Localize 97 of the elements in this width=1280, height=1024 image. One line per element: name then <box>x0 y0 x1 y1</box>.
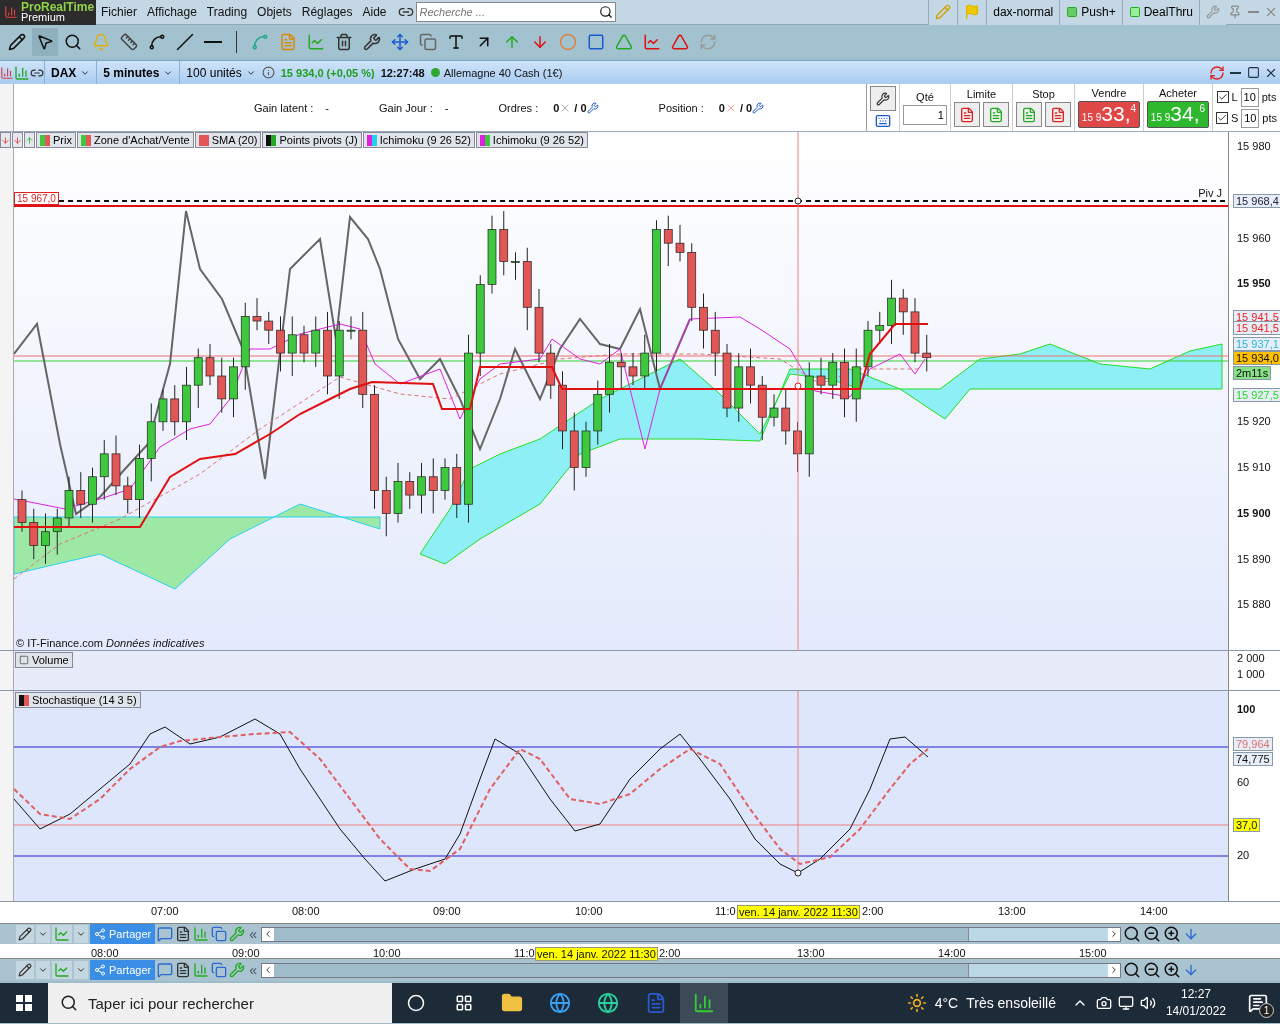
orders-total: / 0 <box>574 101 587 114</box>
time-label: 14:00 <box>937 947 967 959</box>
position-count: 0 <box>718 101 725 114</box>
sell-label: Vendre <box>1091 87 1127 99</box>
price-change: 15 934,0 (+0,05 %) <box>280 66 375 79</box>
price-tag: 15 941,5 <box>1233 321 1280 335</box>
notifications-button[interactable]: 1 <box>1236 983 1280 1023</box>
time-label: 08:00 <box>291 905 321 917</box>
edition-label: Premium <box>21 12 66 22</box>
cursor-date-label: ven. 14 janv. 2022 11:30 <box>737 905 860 919</box>
time-label: 10:00 <box>372 947 402 959</box>
taskbar-search-field[interactable]: Taper ici pour rechercher <box>48 983 392 1023</box>
time-label: 13:00 <box>796 947 826 959</box>
value-tag: 74,775 <box>1233 752 1273 766</box>
unit-label: pts <box>1262 112 1277 124</box>
time-label: 14:00 <box>1139 905 1169 917</box>
value-tag: 37,0 <box>1233 818 1261 832</box>
orders-count: 0 <box>553 101 560 114</box>
time-label: 11:0 <box>513 947 536 959</box>
indicator-tab[interactable]: Stochastique (14 3 5) <box>15 692 141 708</box>
price-tag: 15 927,5 <box>1233 388 1280 402</box>
indicator-tab[interactable]: Prix <box>36 132 76 148</box>
stop-label: Stop <box>1032 88 1055 100</box>
time-label: 09:00 <box>432 905 462 917</box>
time-label: 09:00 <box>231 947 261 959</box>
offset-label: L <box>1231 91 1238 103</box>
push-button[interactable]: Push+ <box>1059 0 1122 25</box>
stat-value: - <box>444 101 449 114</box>
axis-label: 1 000 <box>1237 668 1265 680</box>
time-label: 15:00 <box>1078 947 1108 959</box>
buy-label: Acheter <box>1159 87 1197 99</box>
time-label: 08:00 <box>90 947 120 959</box>
quantity-field[interactable]: 1 <box>902 104 947 125</box>
menu-item[interactable]: Objets <box>252 0 297 25</box>
menu-item[interactable]: Trading <box>201 0 253 25</box>
menu-item[interactable]: Fichier <box>96 0 142 25</box>
orders-label: Ordres : <box>498 101 539 114</box>
quote-time: 12:27:48 <box>380 66 425 79</box>
axis-label: 100 <box>1237 703 1256 715</box>
axis-label: 15 900 <box>1237 507 1271 519</box>
axis-label: 60 <box>1237 776 1250 788</box>
axis-label: 15 960 <box>1237 232 1271 244</box>
workspace-button[interactable]: dax-normal <box>986 0 1060 25</box>
data-source: © IT-Finance.com Données indicatives <box>16 637 205 649</box>
time-label: 07:00 <box>150 905 180 917</box>
stat-value: - <box>325 101 329 114</box>
offset-field[interactable]: 10 <box>1241 108 1260 128</box>
weather-text: Très ensoleillé <box>966 995 1056 1011</box>
axis-label: 20 <box>1237 849 1250 861</box>
market-name: Allemagne 40 Cash (1€) <box>443 66 563 79</box>
price-tag: 2m11s <box>1233 366 1272 380</box>
stat-label: Gain Jour : <box>379 101 433 114</box>
indicator-tab[interactable]: Ichimoku (9 26 52) <box>475 132 588 148</box>
axis-label: 15 920 <box>1237 415 1271 427</box>
collapse-button[interactable]: « <box>247 962 259 978</box>
position-label: Position : <box>658 101 704 114</box>
time-label: 2:00 <box>658 947 682 959</box>
indicator-tab[interactable]: Ichimoku (9 26 52) <box>362 132 475 148</box>
menu-item[interactable]: Réglages <box>296 0 358 25</box>
notification-count: 1 <box>1259 1003 1274 1018</box>
menu-item[interactable]: Affichage <box>142 0 202 25</box>
clock-time: 12:27 <box>1180 986 1211 1003</box>
search-field[interactable]: Recherche ... <box>415 2 616 22</box>
stat-label: Gain latent : <box>254 101 314 114</box>
axis-label: 15 980 <box>1237 140 1271 152</box>
axis-label: 15 890 <box>1237 553 1271 565</box>
cursor-date-label: ven. 14 janv. 2022 11:30 <box>535 947 658 961</box>
axis-label: 15 910 <box>1237 461 1271 473</box>
app-name: ProRealTime <box>21 2 95 12</box>
clock-date: 14/01/2022 <box>1165 1003 1226 1020</box>
dealthru-button[interactable]: DealThru <box>1121 0 1199 25</box>
menu-item[interactable]: Aide <box>357 0 392 25</box>
position-total: / 0 <box>739 101 753 114</box>
indicator-tab[interactable]: Zone d'Achat/Vente <box>76 132 194 148</box>
price-tag: 15 937,1 <box>1233 337 1280 351</box>
limit-label: Limite <box>966 88 997 100</box>
offset-field[interactable]: 10 <box>1240 87 1259 107</box>
axis-label: 15 880 <box>1237 598 1271 610</box>
temperature: 4°C <box>934 995 959 1011</box>
price-tag: 15 934,0 <box>1233 351 1280 365</box>
axis-label: 2 000 <box>1237 652 1265 664</box>
indicator-tab[interactable]: Points pivots (J) <box>262 132 362 148</box>
collapse-button[interactable]: « <box>247 926 259 942</box>
offset-label: S <box>1230 112 1239 124</box>
indicator-tab[interactable]: SMA (20) <box>194 132 262 148</box>
unit-label: pts <box>1261 91 1277 103</box>
price-tag: 15 967,0 <box>14 192 59 205</box>
quantity-label: Qté <box>916 90 934 103</box>
pivot-label: Piv J <box>1198 187 1222 199</box>
price-tag: 15 968,4 <box>1233 194 1280 208</box>
indicator-tab[interactable]: Volume <box>15 652 73 668</box>
time-label: 10:00 <box>574 905 604 917</box>
axis-label: 15 950 <box>1237 277 1271 289</box>
time-label: 13:00 <box>997 905 1027 917</box>
time-label: 11:0 <box>714 905 737 917</box>
time-label: 2:00 <box>861 905 885 917</box>
value-tag: 79,964 <box>1233 737 1273 751</box>
